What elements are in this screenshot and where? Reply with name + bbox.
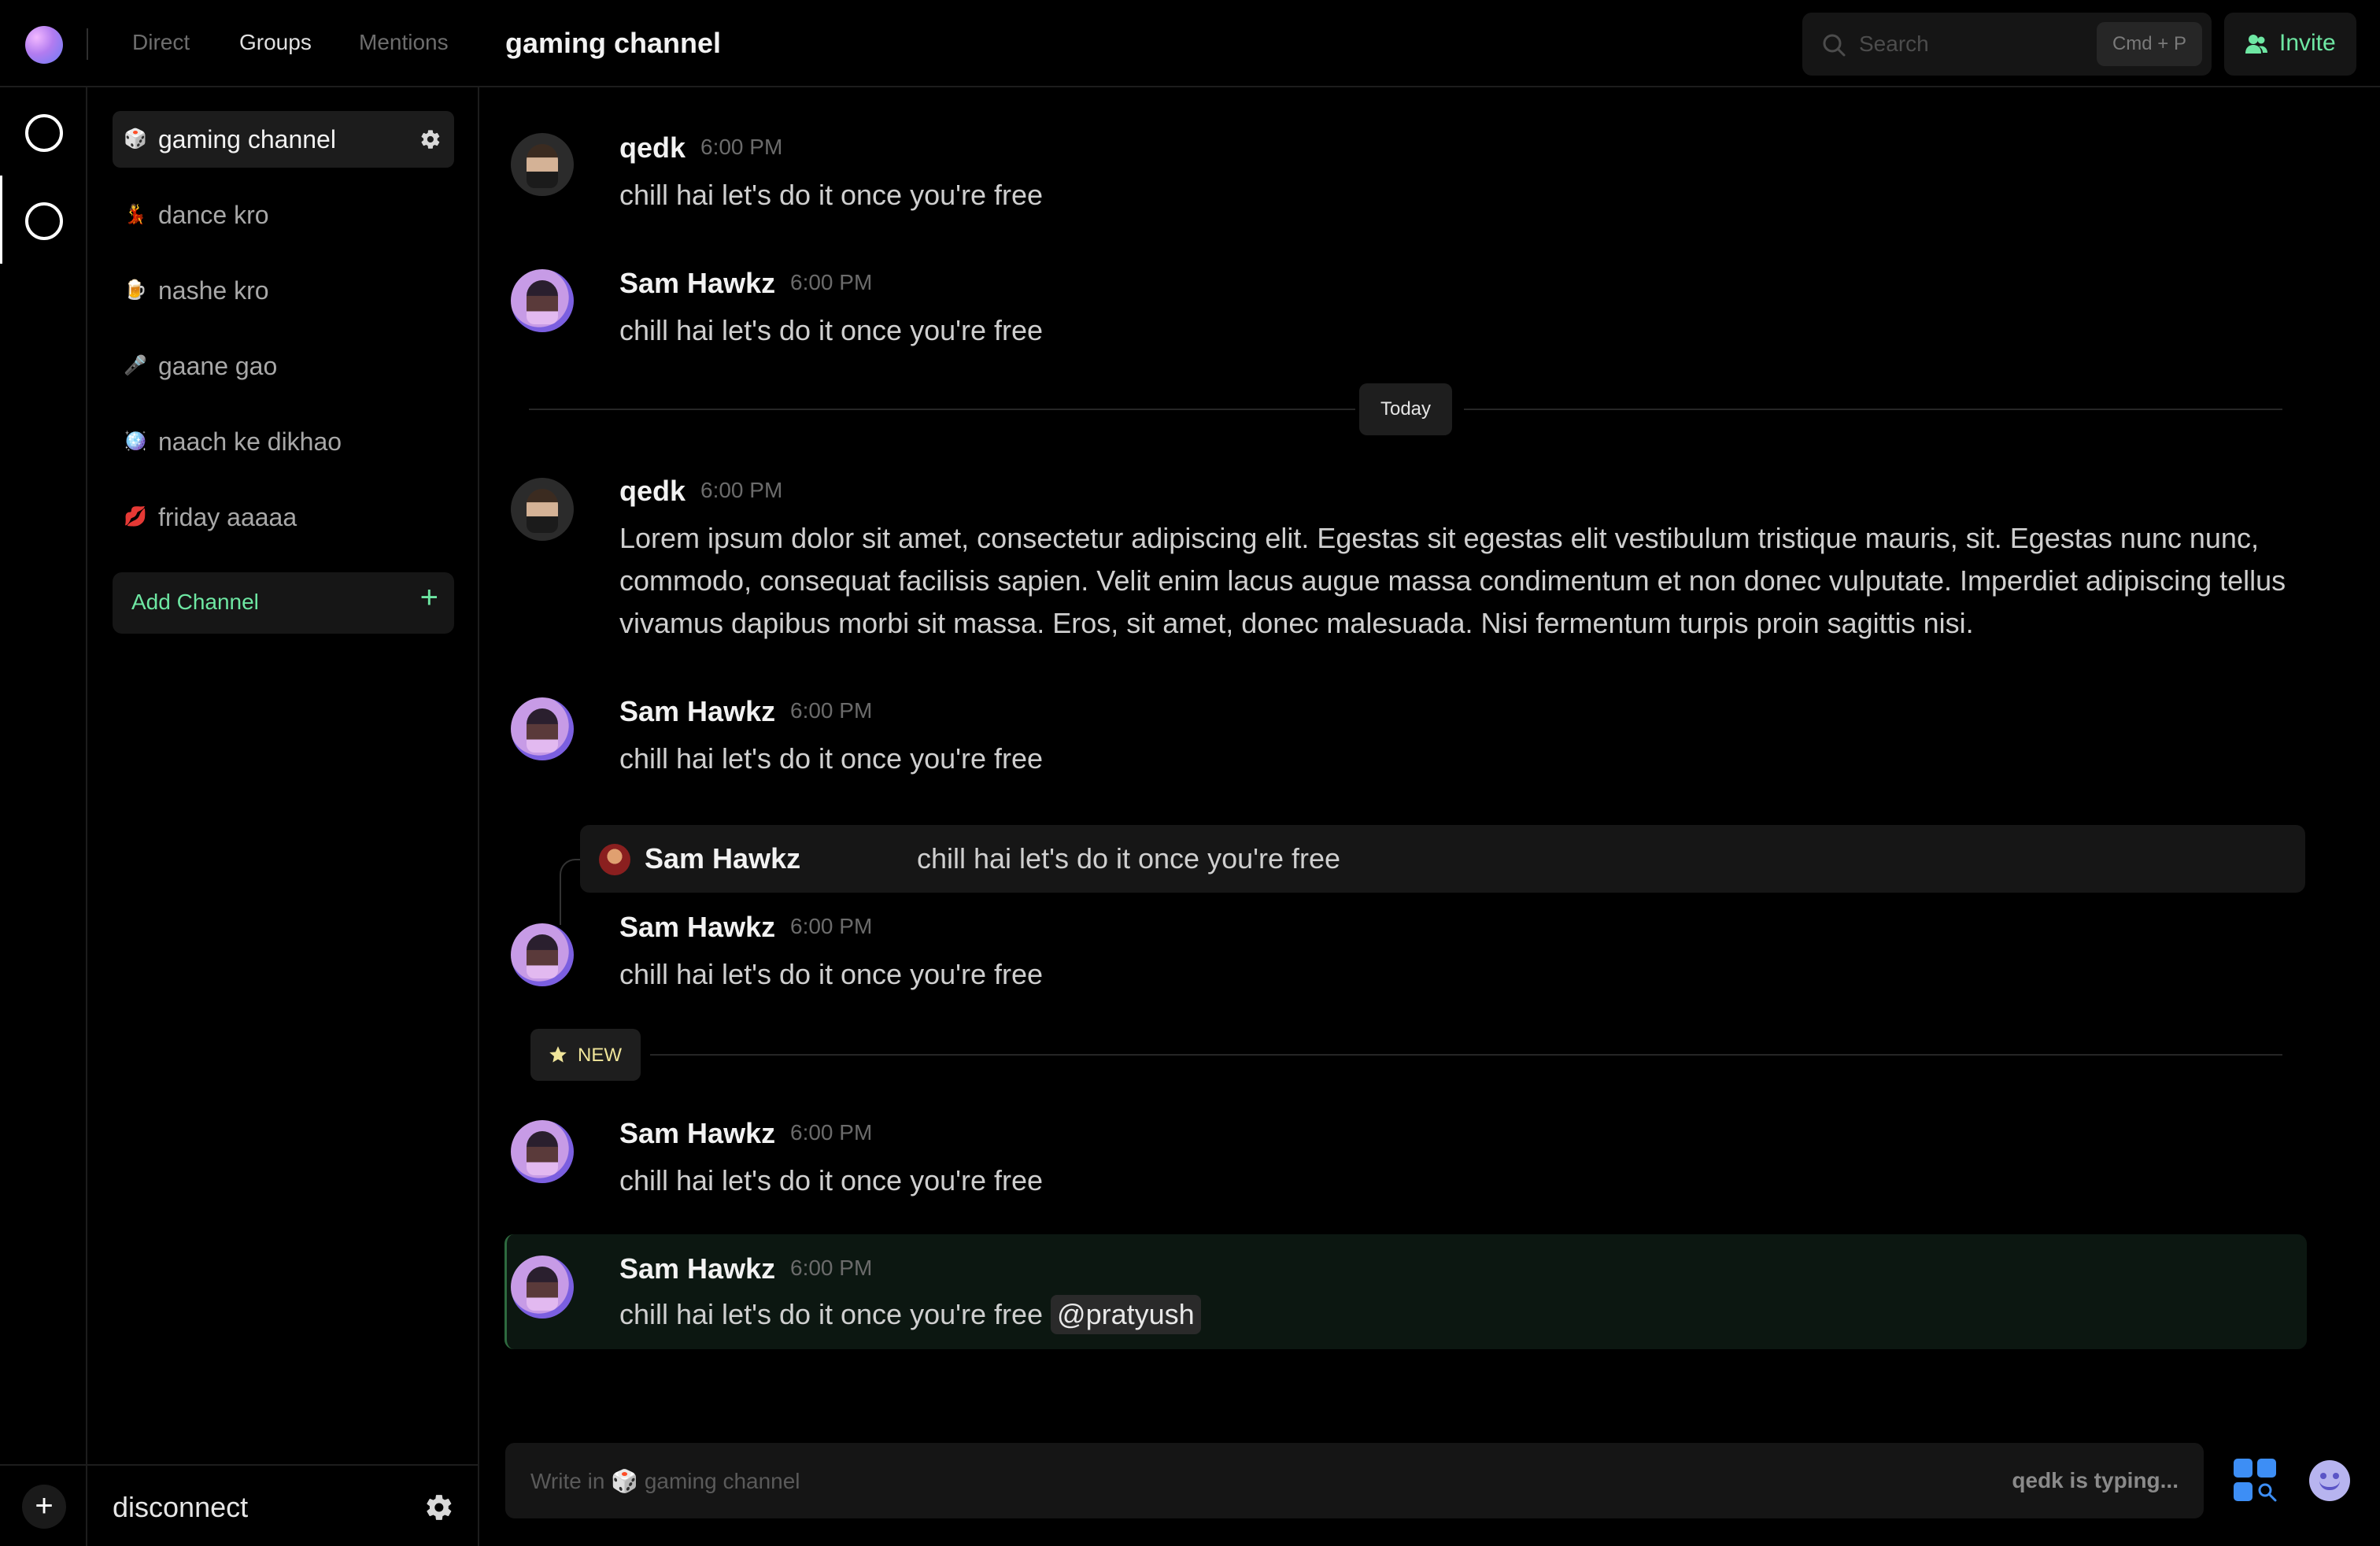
dice-icon: 🎲: [611, 1469, 639, 1493]
composer-placeholder-channel: gaming channel: [644, 1469, 800, 1493]
message-text: chill hai let's do it once you're free: [619, 314, 1044, 346]
rail-footer: +: [0, 1464, 87, 1546]
message-author[interactable]: Sam Hawkz: [619, 911, 775, 944]
add-channel-button[interactable]: Add Channel +: [113, 572, 454, 634]
message-text: chill hai let's do it once you're free: [619, 179, 1044, 211]
message-text-content: chill hai let's do it once you're free: [619, 1298, 1044, 1330]
tab-direct[interactable]: Direct: [132, 30, 190, 55]
search-placeholder: Search: [1859, 31, 1929, 56]
tab-mentions[interactable]: Mentions: [359, 30, 449, 55]
chat-app: Direct Groups Mentions gaming channel Se…: [0, 0, 2380, 1546]
disco-ball-icon: 🪩: [124, 431, 147, 452]
composer-placeholder: Write in 🎲 gaming channel: [530, 1468, 800, 1494]
channel-label: nashe kro: [158, 276, 269, 305]
sidebar-item-dance-kro[interactable]: 💃 dance kro: [113, 187, 454, 243]
typing-indicator: qedk is typing...: [2012, 1468, 2179, 1492]
search-icon: [1823, 34, 1846, 57]
server-rail: +: [0, 87, 87, 1546]
add-server-button[interactable]: +: [22, 1485, 66, 1529]
channel-label: dance kro: [158, 201, 269, 229]
channel-settings-icon[interactable]: [419, 128, 442, 150]
divider-line: [650, 1054, 2282, 1056]
message-author[interactable]: Sam Hawkz: [619, 1252, 775, 1285]
channel-label: friday aaaaa: [158, 503, 298, 531]
message-author[interactable]: Sam Hawkz: [619, 695, 775, 728]
message-author[interactable]: Sam Hawkz: [619, 1117, 775, 1150]
header-divider: [87, 28, 88, 60]
new-messages-badge: NEW: [530, 1029, 641, 1081]
message-text: Lorem ipsum dolor sit amet, consectetur …: [619, 522, 2286, 639]
emoji-picker-icon[interactable]: [2309, 1460, 2350, 1501]
message-text: chill hai let's do it once you're free: [619, 742, 1044, 775]
sidebar-item-gaming-channel[interactable]: 🎲 gaming channel: [113, 111, 454, 168]
avatar[interactable]: [511, 697, 574, 760]
reply-connector: [560, 859, 580, 925]
channel-label: naach ke dikhao: [158, 427, 342, 456]
disconnect-button[interactable]: disconnect: [113, 1491, 248, 1524]
sidebar-item-naach-ke-dikhao[interactable]: 🪩 naach ke dikhao: [113, 413, 454, 470]
message-timestamp: 6:00 PM: [790, 1256, 873, 1280]
message-text: chill hai let's do it once you're free @…: [619, 1293, 1201, 1336]
reply-preview[interactable]: Sam Hawkz chill hai let's do it once you…: [580, 825, 2305, 893]
message-author[interactable]: qedk: [619, 131, 686, 165]
channel-label: gaane gao: [158, 352, 278, 380]
message-timestamp: 6:00 PM: [790, 270, 873, 294]
invite-label: Invite: [2279, 30, 2336, 56]
channel-sidebar: 🎲 gaming channel 💃 dance kro 🍺 nashe kro…: [87, 87, 479, 1546]
divider-line: [529, 409, 1355, 410]
avatar[interactable]: [511, 133, 574, 196]
server-icon[interactable]: [25, 114, 63, 152]
sidebar-item-nashe-kro[interactable]: 🍺 nashe kro: [113, 262, 454, 319]
app-logo[interactable]: [25, 26, 63, 64]
settings-gear-icon[interactable]: [424, 1492, 454, 1522]
microphone-icon: 🎤: [124, 355, 147, 376]
reply-author: Sam Hawkz: [645, 842, 801, 875]
message-timestamp: 6:00 PM: [700, 478, 783, 502]
add-channel-label: Add Channel: [131, 590, 259, 614]
beer-icon: 🍺: [124, 279, 147, 301]
message-timestamp: 6:00 PM: [790, 698, 873, 723]
lips-icon: 💋: [124, 506, 147, 527]
search-bar[interactable]: Search Cmd + P: [1802, 13, 2212, 76]
avatar: [599, 844, 630, 875]
composer-placeholder-prefix: Write in: [530, 1469, 605, 1493]
dice-icon: 🎲: [124, 128, 147, 150]
users-icon: [2245, 35, 2267, 54]
message-text: chill hai let's do it once you're free: [619, 1164, 1044, 1196]
tab-groups[interactable]: Groups: [239, 30, 312, 55]
avatar[interactable]: [511, 923, 574, 986]
dancer-icon: 💃: [124, 204, 147, 225]
search-shortcut: Cmd + P: [2096, 22, 2202, 66]
divider-line: [1464, 409, 2282, 410]
plus-icon: +: [419, 580, 438, 615]
server-icon[interactable]: [25, 202, 63, 240]
message-timestamp: 6:00 PM: [700, 135, 783, 159]
invite-button[interactable]: Invite: [2224, 13, 2356, 76]
active-server-indicator: [0, 176, 2, 264]
avatar[interactable]: [511, 478, 574, 541]
channel-label: gaming channel: [158, 125, 336, 153]
message-area: qedk 6:00 PM chill hai let's do it once …: [479, 87, 2380, 1546]
message-timestamp: 6:00 PM: [790, 1120, 873, 1145]
date-divider-today: Today: [1359, 383, 1452, 435]
message-author[interactable]: Sam Hawkz: [619, 267, 775, 300]
message-text: chill hai let's do it once you're free: [619, 958, 1044, 990]
new-label: NEW: [578, 1045, 622, 1066]
user-panel: disconnect: [87, 1464, 479, 1546]
user-mention[interactable]: @pratyush: [1051, 1295, 1201, 1334]
message-timestamp: 6:00 PM: [790, 914, 873, 938]
sidebar-item-friday-aaaaa[interactable]: 💋 friday aaaaa: [113, 489, 454, 546]
star-icon: [549, 1046, 567, 1063]
message-author[interactable]: qedk: [619, 475, 686, 508]
apps-search-icon[interactable]: [2234, 1459, 2278, 1503]
sidebar-item-gaane-gao[interactable]: 🎤 gaane gao: [113, 338, 454, 394]
top-bar: Direct Groups Mentions gaming channel Se…: [0, 0, 2380, 87]
avatar[interactable]: [511, 1120, 574, 1183]
channel-title: gaming channel: [505, 27, 722, 59]
avatar[interactable]: [511, 1256, 574, 1319]
reply-text: chill hai let's do it once you're free: [917, 842, 1341, 875]
avatar[interactable]: [511, 269, 574, 332]
message-composer[interactable]: Write in 🎲 gaming channel qedk is typing…: [505, 1443, 2204, 1518]
